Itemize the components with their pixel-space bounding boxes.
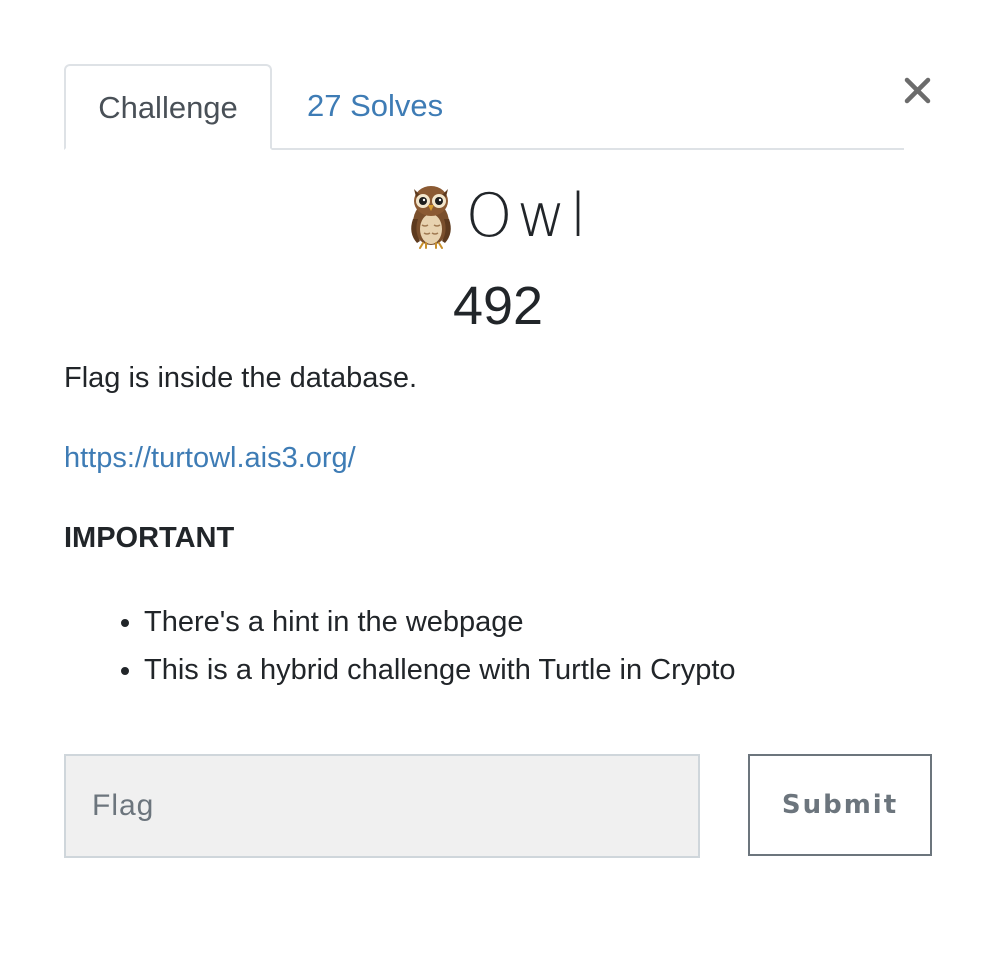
challenge-name: Owl [465, 181, 591, 251]
tab-solves[interactable]: 27 Solves [274, 64, 476, 148]
challenge-link[interactable]: https://turtowl.ais3.org/ [64, 438, 356, 478]
important-heading: IMPORTANT [64, 522, 235, 554]
close-icon [904, 77, 931, 104]
hint-list: There's a hint in the webpage This is a … [64, 598, 736, 694]
hint-item: This is a hybrid challenge with Turtle i… [144, 646, 736, 694]
submit-button[interactable]: Submit [748, 754, 932, 856]
close-button[interactable] [902, 72, 934, 108]
challenge-title: Owl [0, 178, 996, 254]
hint-item: There's a hint in the webpage [144, 598, 736, 646]
tab-challenge[interactable]: Challenge [64, 64, 272, 150]
challenge-points: 492 [452, 276, 544, 336]
flag-input[interactable] [64, 754, 700, 858]
owl-icon [410, 186, 451, 249]
tab-bar: Challenge 27 Solves [64, 64, 904, 150]
challenge-description: Flag is inside the database. [64, 362, 418, 394]
challenge-modal: Challenge 27 Solves Owl 492 Flag is insi… [0, 0, 996, 953]
